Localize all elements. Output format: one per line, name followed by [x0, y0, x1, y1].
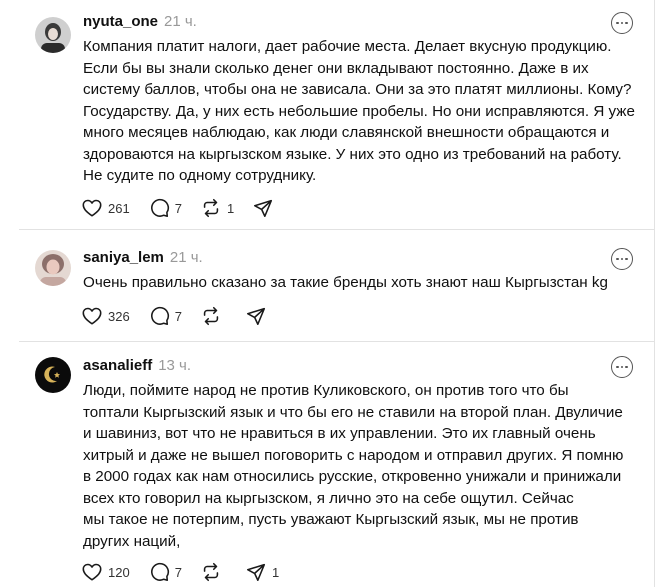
like-button[interactable]: 261	[81, 197, 130, 219]
comments-feed: nyuta_one 21 ч. Компания платит налоги, д…	[19, 0, 655, 587]
dot-icon	[625, 21, 628, 25]
comment-post: asanalieff 13 ч. Люди, поймите народ не п…	[19, 342, 655, 587]
share-button[interactable]	[245, 305, 272, 327]
comment-icon	[150, 198, 169, 218]
more-options-button[interactable]	[611, 12, 633, 34]
reply-count: 7	[174, 564, 182, 580]
send-icon	[254, 199, 273, 218]
reply-count: 7	[174, 308, 182, 324]
share-button[interactable]: 1	[245, 561, 279, 583]
username[interactable]: saniya_lem	[83, 249, 164, 266]
reply-button[interactable]: 7	[148, 305, 182, 327]
action-bar: 261 7 1	[81, 196, 297, 220]
dot-icon	[625, 257, 628, 261]
comment-post: saniya_lem 21 ч. Очень правильно сказано …	[19, 230, 655, 340]
dot-icon	[625, 365, 628, 369]
comment-header: nyuta_one 21 ч.	[83, 12, 197, 32]
send-icon	[246, 563, 265, 582]
share-button[interactable]	[252, 197, 279, 219]
dot-icon	[616, 365, 619, 369]
comment-header: asanalieff 13 ч.	[83, 356, 191, 376]
reply-button[interactable]: 7	[148, 561, 182, 583]
username[interactable]: asanalieff	[83, 357, 152, 374]
dot-icon	[616, 257, 619, 261]
repost-icon	[203, 306, 219, 326]
avatar[interactable]	[35, 250, 71, 286]
comment-post: nyuta_one 21 ч. Компания платит налоги, д…	[19, 0, 655, 228]
comment-header: saniya_lem 21 ч.	[83, 248, 203, 268]
avatar[interactable]	[35, 357, 71, 393]
comment-icon	[150, 562, 169, 582]
repost-icon	[203, 562, 219, 582]
heart-icon	[82, 307, 102, 325]
repost-button[interactable]: 1	[200, 197, 234, 219]
repost-icon	[203, 198, 219, 218]
heart-icon	[82, 199, 102, 217]
send-icon	[246, 307, 265, 326]
reply-button[interactable]: 7	[148, 197, 182, 219]
like-button[interactable]: 326	[81, 305, 130, 327]
dot-icon	[620, 257, 624, 261]
dot-icon	[616, 21, 619, 25]
heart-icon	[82, 563, 102, 581]
comment-icon	[150, 306, 169, 326]
username[interactable]: nyuta_one	[83, 13, 158, 30]
like-count: 326	[108, 308, 130, 324]
action-bar: 120 7 1	[81, 560, 297, 584]
more-options-button[interactable]	[611, 248, 633, 270]
timestamp[interactable]: 21 ч.	[164, 13, 197, 30]
like-count: 261	[108, 200, 130, 216]
avatar[interactable]	[35, 17, 71, 53]
repost-button[interactable]	[200, 561, 227, 583]
dot-icon	[620, 21, 624, 25]
dot-icon	[620, 365, 624, 369]
repost-button[interactable]	[200, 305, 227, 327]
more-options-button[interactable]	[611, 356, 633, 378]
reply-count: 7	[174, 200, 182, 216]
timestamp[interactable]: 21 ч.	[170, 249, 203, 266]
comment-text: Люди, поймите народ не против Куликовско…	[83, 382, 624, 550]
comment-text: Компания платит налоги, дает рабочие мес…	[83, 38, 635, 184]
action-bar: 326 7	[81, 304, 290, 328]
like-count: 120	[108, 564, 130, 580]
comment-text: Очень правильно сказано за такие бренды …	[83, 274, 608, 291]
repost-count: 1	[226, 200, 235, 216]
like-button[interactable]: 120	[81, 561, 130, 583]
share-count: 1	[271, 564, 280, 580]
timestamp[interactable]: 13 ч.	[158, 357, 191, 374]
